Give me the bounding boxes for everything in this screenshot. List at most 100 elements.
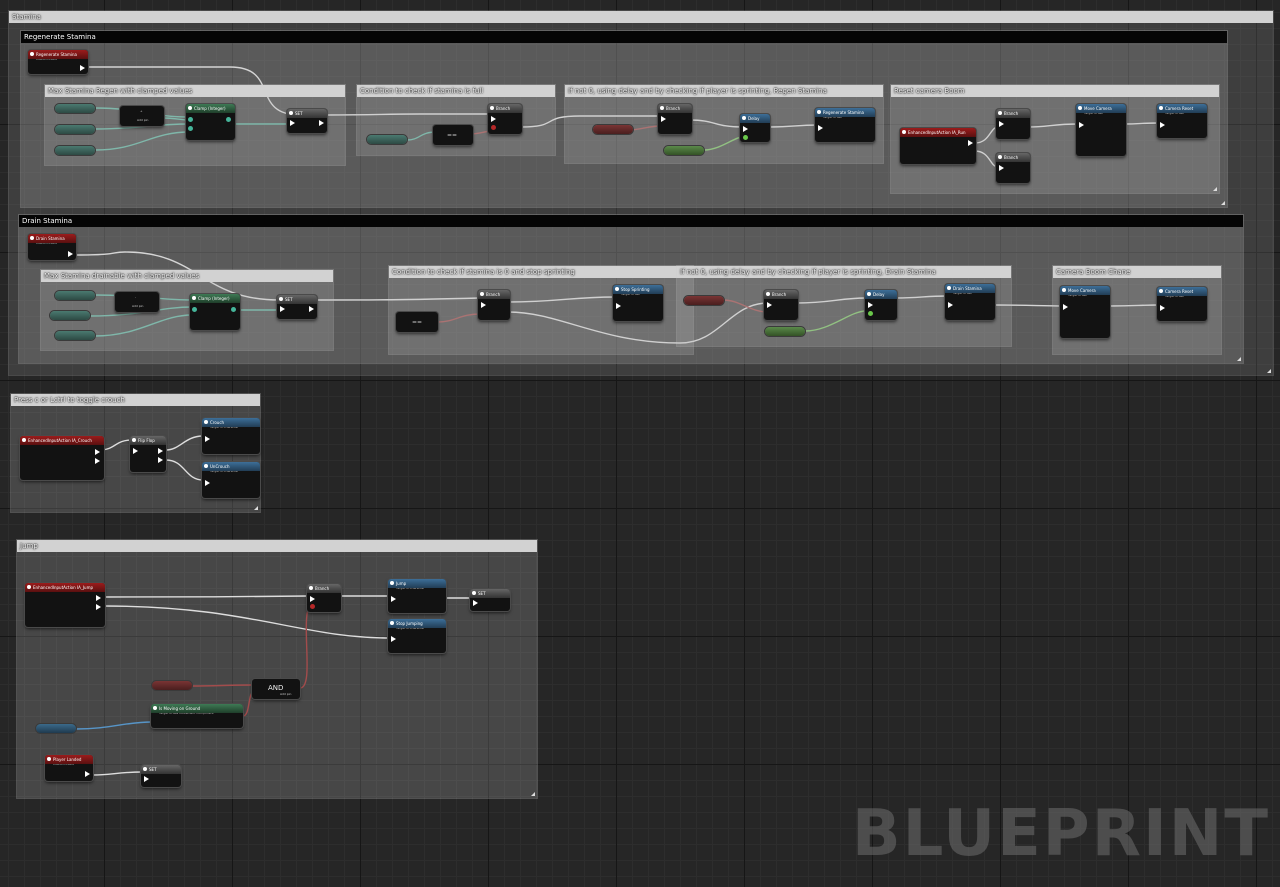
equal-node-2[interactable]: == <box>396 312 438 332</box>
flip-flop-node[interactable]: Flip Flop <box>130 436 166 472</box>
exec-out-pin[interactable] <box>85 771 90 777</box>
var-delay-time-2[interactable] <box>765 327 805 336</box>
started-pin[interactable] <box>95 458 100 464</box>
exec-out-pin[interactable] <box>68 251 73 257</box>
exec-out-pin[interactable] <box>309 306 314 312</box>
exec-in-pin[interactable] <box>999 165 1004 171</box>
completed-pin[interactable] <box>96 604 101 610</box>
resize-handle[interactable] <box>1267 369 1271 373</box>
var-movement-component[interactable] <box>36 724 76 733</box>
event-regenerate-stamina[interactable]: Regenerate Stamina Custom Event <box>28 50 88 74</box>
crouch-call[interactable]: Crouch Target is Character <box>202 418 260 454</box>
comment-regen-condition[interactable]: Condition to check if stamina is full <box>356 84 556 156</box>
value-pin[interactable] <box>188 117 193 122</box>
a-pin[interactable] <box>158 448 163 454</box>
exec-out-pin[interactable] <box>319 120 324 126</box>
resize-handle[interactable] <box>1221 201 1225 205</box>
camera-reset-node[interactable]: Camera Reset Target is Self <box>1157 104 1207 138</box>
var-is-sprinting-2[interactable] <box>684 296 724 305</box>
delay-node-2[interactable]: Delay <box>865 290 897 320</box>
event-drain-stamina[interactable]: Drain Stamina Custom Event <box>28 234 76 260</box>
exec-out-pin[interactable] <box>80 65 85 71</box>
set-landed-node[interactable]: SET <box>141 765 181 787</box>
return-pin[interactable] <box>231 307 236 312</box>
enhanced-input-crouch[interactable]: EnhancedInputAction IA_Crouch <box>20 436 104 480</box>
resize-handle[interactable] <box>1237 357 1241 361</box>
camera-reset-node-2[interactable]: Camera Reset Target is Self <box>1157 287 1207 321</box>
exec-in-pin[interactable] <box>1079 122 1084 128</box>
clamp-integer-node[interactable]: Clamp (Integer) <box>186 104 235 140</box>
var-node-4[interactable] <box>55 291 95 300</box>
jump-call[interactable]: Jump Target is Character <box>388 579 446 613</box>
exec-in-pin[interactable] <box>868 302 873 308</box>
resize-handle[interactable] <box>531 792 535 796</box>
min-pin[interactable] <box>188 126 193 131</box>
b-pin[interactable] <box>158 457 163 463</box>
regenerate-stamina-call[interactable]: Regenerate Stamina Target is Self <box>815 108 875 142</box>
event-player-landed[interactable]: Player Landed Custom Event <box>45 755 93 781</box>
exec-in-pin[interactable] <box>1160 122 1165 128</box>
drain-stamina-call[interactable]: Drain Stamina Target is Self <box>945 284 995 320</box>
exec-in-pin[interactable] <box>205 480 210 486</box>
exec-in-pin[interactable] <box>818 125 823 131</box>
var-delay-time[interactable] <box>664 146 704 155</box>
duration-pin[interactable] <box>743 135 748 140</box>
set-stamina-node-2[interactable]: SET <box>277 295 317 319</box>
triggered-pin[interactable] <box>968 140 973 146</box>
var-node-2[interactable] <box>55 125 95 134</box>
exec-in-pin[interactable] <box>290 120 295 126</box>
var-node-5[interactable] <box>50 311 90 320</box>
resize-handle[interactable] <box>254 506 258 510</box>
exec-in-pin[interactable] <box>391 596 396 602</box>
exec-in-pin[interactable] <box>473 600 478 606</box>
exec-in-pin[interactable] <box>661 116 666 122</box>
branch-node-4[interactable]: Branch <box>996 153 1030 183</box>
and-node[interactable]: AND Add pin <box>252 679 300 699</box>
clamp-integer-node-2[interactable]: Clamp (Integer) <box>190 294 240 330</box>
math-subtract-node[interactable]: - Add pin <box>115 292 159 312</box>
exec-in-pin[interactable] <box>767 302 772 308</box>
exec-in-pin[interactable] <box>133 448 138 454</box>
branch-node-6[interactable]: Branch <box>764 290 798 320</box>
branch-node-2[interactable]: Branch <box>658 104 692 134</box>
exec-in-pin[interactable] <box>205 436 210 442</box>
exec-in-pin[interactable] <box>743 126 748 132</box>
equal-node[interactable]: == <box>433 125 473 145</box>
resize-handle[interactable] <box>1213 187 1217 191</box>
exec-in-pin[interactable] <box>1063 304 1068 310</box>
exec-in-pin[interactable] <box>948 302 953 308</box>
var-node-1[interactable] <box>55 104 95 113</box>
exec-in-pin[interactable] <box>391 636 396 642</box>
var-is-sprinting[interactable] <box>593 125 633 134</box>
add-pin-label[interactable]: Add pin <box>280 692 291 696</box>
var-node-6[interactable] <box>55 331 95 340</box>
exec-in-pin[interactable] <box>310 596 315 602</box>
exec-in-pin[interactable] <box>491 116 496 122</box>
exec-in-pin[interactable] <box>144 776 149 782</box>
set-stamina-node[interactable]: SET <box>287 109 327 133</box>
is-moving-on-ground-node[interactable]: Is Moving on Ground Target is Nav Moveme… <box>151 704 243 728</box>
stop-sprinting-node[interactable]: Stop Sprinting Target is Self <box>613 285 663 321</box>
var-stamina-get[interactable] <box>367 135 407 144</box>
return-pin[interactable] <box>226 117 231 122</box>
branch-node-3[interactable]: Branch <box>996 109 1030 139</box>
triggered-pin[interactable] <box>95 449 100 455</box>
set-jump-node[interactable]: SET <box>470 589 510 611</box>
move-camera-node-2[interactable]: Move Camera Target is Self <box>1060 286 1110 338</box>
move-camera-node[interactable]: Move Camera Target is Self <box>1076 104 1126 156</box>
value-pin[interactable] <box>192 307 197 312</box>
comment-jump[interactable]: Jump <box>16 539 538 799</box>
exec-in-pin[interactable] <box>999 121 1004 127</box>
branch-node[interactable]: Branch <box>488 104 522 134</box>
triggered-pin[interactable] <box>96 595 101 601</box>
var-node-3[interactable] <box>55 146 95 155</box>
delay-node[interactable]: Delay <box>740 114 770 142</box>
add-pin-label[interactable]: Add pin <box>137 118 148 122</box>
stop-jumping-call[interactable]: Stop Jumping Target is Character <box>388 619 446 653</box>
branch-node-jump[interactable]: Branch <box>307 584 341 612</box>
var-can-jump[interactable] <box>152 681 192 690</box>
exec-in-pin[interactable] <box>481 302 486 308</box>
exec-in-pin[interactable] <box>616 303 621 309</box>
condition-pin[interactable] <box>491 125 496 130</box>
duration-pin[interactable] <box>868 311 873 316</box>
